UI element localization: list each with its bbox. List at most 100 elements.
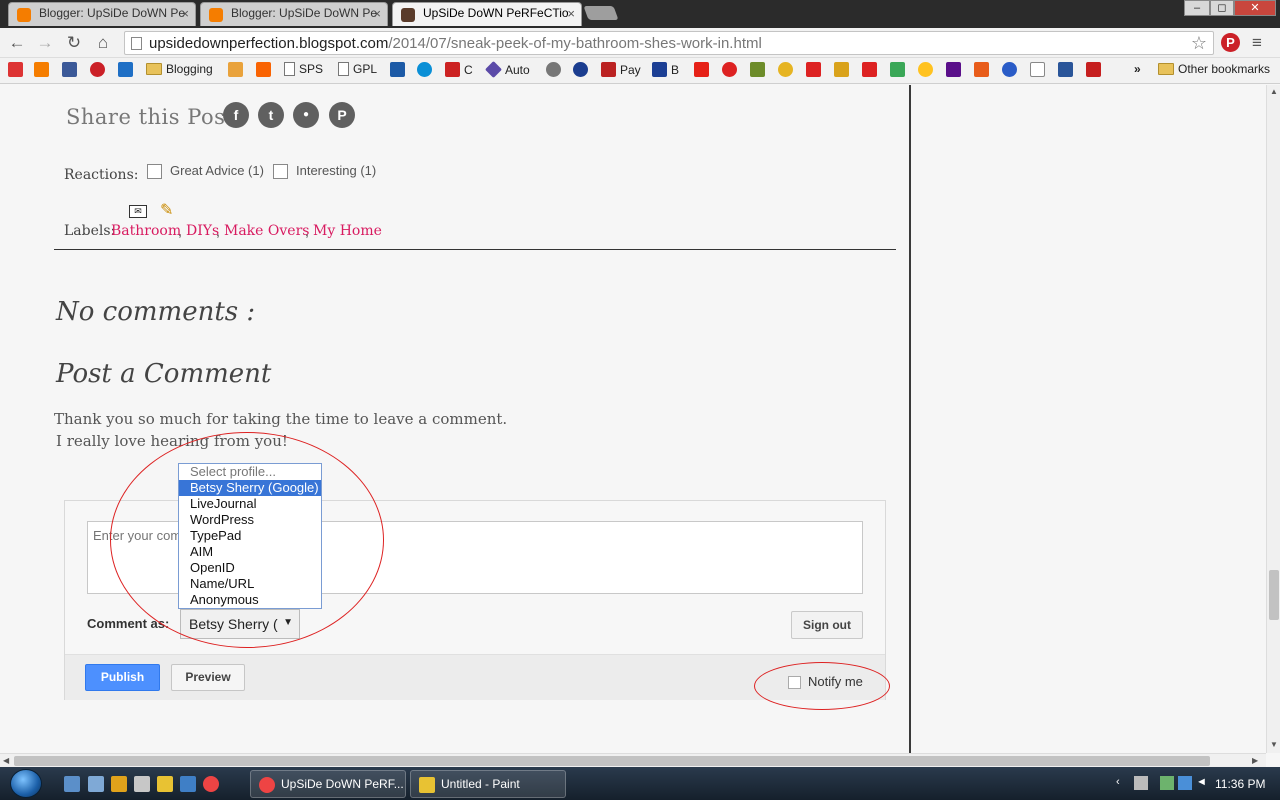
- paint-icon[interactable]: [157, 776, 173, 792]
- bookmark-adobe-1[interactable]: [806, 62, 825, 80]
- bookmark-folder-blogging[interactable]: Blogging: [146, 62, 213, 80]
- label-link-my-home[interactable]: My Home: [313, 223, 382, 239]
- reload-icon[interactable]: ↻: [63, 32, 85, 54]
- bookmarks-overflow-button[interactable]: »: [1134, 62, 1141, 80]
- bookmark-icon-4[interactable]: [546, 62, 565, 80]
- bookmark-pinterest[interactable]: [90, 62, 109, 80]
- bookmark-other-bookmarks[interactable]: Other bookmarks: [1158, 62, 1270, 80]
- tray-app-icon[interactable]: [1160, 776, 1174, 790]
- new-tab-button[interactable]: [583, 6, 619, 20]
- tab-blogger-1[interactable]: Blogger: UpSiDe DoWN Pe ×: [8, 2, 196, 26]
- reaction-checkbox-great-advice[interactable]: [147, 164, 162, 179]
- pinterest-extension-icon[interactable]: P: [1221, 33, 1240, 52]
- back-icon[interactable]: ←: [6, 32, 28, 54]
- tray-app-icon[interactable]: [1134, 776, 1148, 790]
- publish-button[interactable]: Publish: [85, 664, 160, 691]
- vertical-scroll-thumb[interactable]: [1269, 570, 1279, 620]
- window-close-button[interactable]: ✕: [1234, 0, 1276, 16]
- twitter-share-icon[interactable]: t: [258, 102, 284, 128]
- bookmark-outlook[interactable]: [118, 62, 137, 80]
- address-bar[interactable]: upsidedownperfection.blogspot.com/2014/0…: [124, 31, 1214, 55]
- profile-select[interactable]: Betsy Sherry ( ▼: [180, 609, 300, 639]
- maximize-button[interactable]: ◻: [1210, 0, 1234, 16]
- scroll-down-icon[interactable]: ▼: [1270, 740, 1278, 749]
- bookmark-icon-10[interactable]: [1002, 62, 1021, 80]
- label-link-diys[interactable]: DIYs: [186, 223, 219, 239]
- sign-out-button[interactable]: Sign out: [791, 611, 863, 639]
- bookmark-icon-6[interactable]: [750, 62, 769, 80]
- show-desktop-icon[interactable]: [64, 776, 80, 792]
- calculator-icon[interactable]: [134, 776, 150, 792]
- bookmark-icon-12[interactable]: [1086, 62, 1105, 80]
- bookmark-blogger[interactable]: [34, 62, 53, 80]
- bookmark-star-icon[interactable]: ☆: [1191, 33, 1207, 54]
- bookmark-webmd[interactable]: [1058, 62, 1077, 80]
- profile-option[interactable]: OpenID: [179, 560, 321, 576]
- bookmark-auto[interactable]: Auto: [485, 61, 530, 80]
- bookmark-icon-9[interactable]: [974, 62, 993, 80]
- bookmark-drive[interactable]: [890, 62, 909, 80]
- system-clock[interactable]: 11:36 PM: [1215, 777, 1265, 791]
- edit-pencil-icon[interactable]: ✎: [160, 200, 173, 220]
- close-icon[interactable]: ×: [373, 6, 381, 21]
- bookmark-sps[interactable]: SPS: [284, 62, 323, 80]
- start-button[interactable]: [10, 769, 42, 798]
- photo-app-icon[interactable]: [111, 776, 127, 792]
- volume-icon[interactable]: ◄: [1196, 776, 1210, 790]
- preview-button[interactable]: Preview: [171, 664, 245, 691]
- scroll-up-icon[interactable]: ▲: [1270, 87, 1278, 96]
- bookmark-icon-8[interactable]: [834, 62, 853, 80]
- comment-share-icon[interactable]: ●: [293, 102, 319, 128]
- label-link-make-overs[interactable]: Make Overs: [224, 223, 309, 239]
- bookmark-facebook[interactable]: [62, 62, 81, 80]
- network-tray-icon[interactable]: [1178, 776, 1192, 790]
- forward-icon[interactable]: →: [34, 32, 56, 54]
- bookmark-walmart[interactable]: [918, 62, 937, 80]
- explorer-icon[interactable]: [88, 776, 104, 792]
- horizontal-scroll-thumb[interactable]: [14, 756, 1210, 766]
- menu-icon[interactable]: ≡: [1252, 33, 1262, 53]
- tab-blog-post[interactable]: UpSiDe DoWN PeRFeCTio ×: [392, 2, 582, 26]
- minimize-button[interactable]: –: [1184, 0, 1210, 16]
- bookmark-pay[interactable]: Pay: [601, 62, 641, 80]
- bookmark-yahoo[interactable]: [946, 62, 965, 80]
- bookmark-icon-7[interactable]: [778, 62, 797, 80]
- reaction-checkbox-interesting[interactable]: [273, 164, 288, 179]
- chrome-icon[interactable]: [203, 776, 219, 792]
- bookmark-gpl[interactable]: GPL: [338, 62, 377, 80]
- network-icon[interactable]: [180, 776, 196, 792]
- profile-option[interactable]: Anonymous: [179, 592, 321, 608]
- notify-me-checkbox[interactable]: [788, 676, 801, 689]
- home-icon[interactable]: ⌂: [92, 32, 114, 54]
- bookmark-icon-11[interactable]: [1030, 62, 1049, 80]
- bookmark-youtube[interactable]: [694, 62, 713, 80]
- profile-option[interactable]: Betsy Sherry (Google): [179, 480, 321, 496]
- scroll-left-icon[interactable]: ◀: [3, 756, 9, 765]
- profile-option[interactable]: Select profile...: [179, 464, 321, 480]
- profile-option[interactable]: WordPress: [179, 512, 321, 528]
- tray-expand-icon[interactable]: ‹: [1116, 776, 1130, 790]
- facebook-share-icon[interactable]: f: [223, 102, 249, 128]
- bookmark-ford[interactable]: [573, 62, 592, 80]
- bookmark-icon-2[interactable]: [228, 62, 247, 80]
- bookmark-b[interactable]: B: [652, 62, 679, 80]
- profile-option[interactable]: Name/URL: [179, 576, 321, 592]
- vertical-scrollbar[interactable]: ▲ ▼: [1266, 85, 1280, 753]
- notify-me-label[interactable]: Notify me: [808, 674, 863, 689]
- bookmark-home-depot[interactable]: [256, 62, 275, 80]
- profile-option[interactable]: TypePad: [179, 528, 321, 544]
- horizontal-scrollbar[interactable]: ◀ ▶: [0, 753, 1266, 767]
- taskbar-item-paint[interactable]: Untitled - Paint: [410, 770, 566, 798]
- close-icon[interactable]: ×: [181, 6, 189, 21]
- bookmark-c[interactable]: C: [445, 62, 473, 80]
- email-post-icon[interactable]: ✉: [129, 205, 147, 218]
- bookmark-att[interactable]: [417, 62, 436, 80]
- scroll-right-icon[interactable]: ▶: [1252, 756, 1258, 765]
- profile-option[interactable]: AIM: [179, 544, 321, 560]
- profile-option[interactable]: LiveJournal: [179, 496, 321, 512]
- taskbar-item-chrome[interactable]: UpSiDe DoWN PeRF...: [250, 770, 406, 798]
- tab-blogger-2[interactable]: Blogger: UpSiDe DoWN Pe ×: [200, 2, 388, 26]
- close-icon[interactable]: ×: [567, 6, 575, 21]
- pinterest-share-icon[interactable]: P: [329, 102, 355, 128]
- bookmark-icon-3[interactable]: [390, 62, 409, 80]
